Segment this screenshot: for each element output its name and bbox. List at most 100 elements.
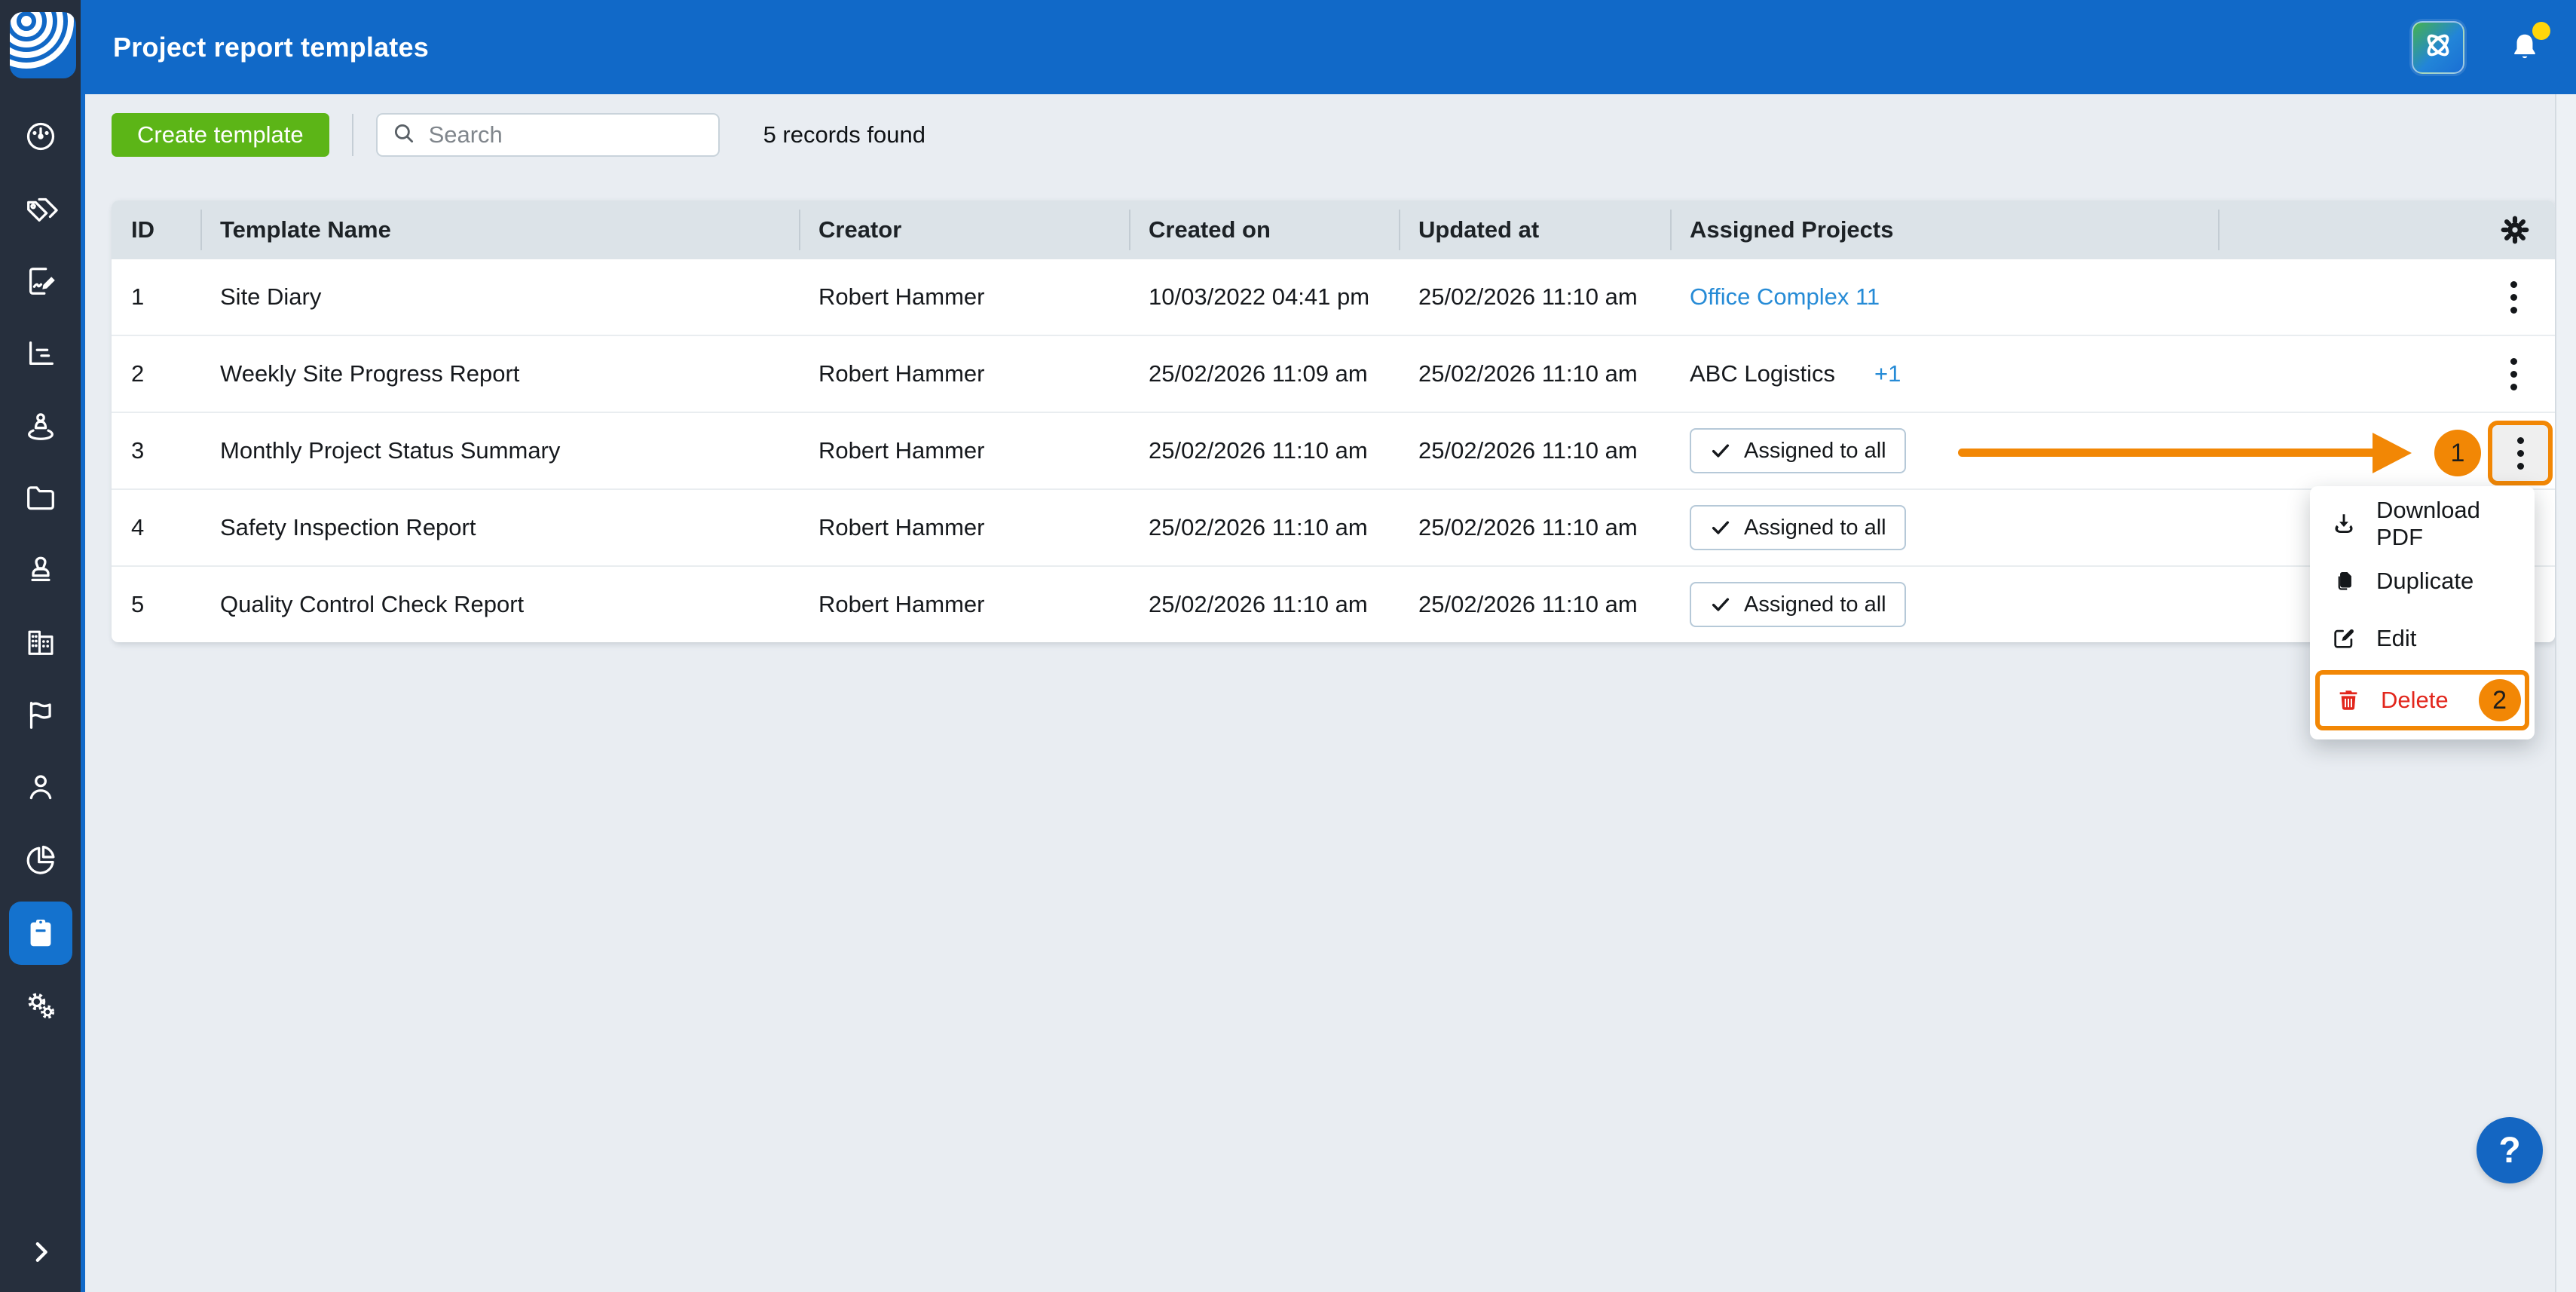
cell-assigned-projects: Assigned to all [1670, 582, 2218, 627]
templates-table: ID Template Name Creator Created on Upda… [112, 201, 2555, 642]
sidebar-item-site-person[interactable] [9, 394, 72, 458]
sidebar [0, 0, 85, 1292]
cell-actions [2218, 351, 2555, 398]
check-icon [1709, 516, 1732, 539]
cell-created-on: 25/02/2026 11:10 am [1129, 437, 1399, 464]
assigned-projects-more-link[interactable]: +1 [1874, 360, 1901, 387]
column-header-updated-at[interactable]: Updated at [1399, 201, 1670, 259]
annotation-step-2: 2 [2479, 679, 2521, 721]
gantt-chart-icon [23, 336, 58, 371]
sidebar-item-user[interactable] [9, 755, 72, 819]
cell-id: 4 [112, 514, 200, 541]
app-launcher-icon [2421, 28, 2455, 66]
settings-gears-icon [23, 988, 58, 1023]
sidebar-item-site-diary[interactable] [9, 250, 72, 313]
table-row-2: 2Weekly Site Progress ReportRobert Hamme… [112, 335, 2555, 412]
app-launcher-button[interactable] [2412, 21, 2464, 74]
records-found-label: 5 records found [763, 121, 925, 148]
menu-item-label: Duplicate [2376, 568, 2474, 595]
cell-creator: Robert Hammer [799, 514, 1129, 541]
menu-item-download-pdf[interactable]: Download PDF [2310, 495, 2535, 553]
sidebar-collapse-button[interactable] [9, 1222, 72, 1285]
column-header-template-name[interactable]: Template Name [200, 201, 799, 259]
chevron-right-icon [26, 1237, 56, 1271]
assigned-to-all-badge[interactable]: Assigned to all [1690, 582, 1906, 627]
kebab-menu-icon[interactable] [2500, 274, 2528, 321]
sidebar-item-documents-folder[interactable] [9, 467, 72, 530]
download-icon [2331, 511, 2357, 537]
sidebar-item-tags[interactable] [9, 177, 72, 240]
row-actions-menu-button-highlighted[interactable] [2488, 421, 2553, 485]
report-templates-icon [23, 916, 58, 951]
sidebar-item-companies[interactable] [9, 611, 72, 674]
site-diary-icon [23, 264, 58, 299]
create-template-button[interactable]: Create template [112, 113, 329, 157]
brand-logo[interactable] [10, 12, 76, 78]
notifications-button[interactable] [2508, 29, 2541, 66]
flag-icon [23, 697, 58, 732]
assigned-to-all-badge[interactable]: Assigned to all [1690, 428, 1906, 473]
annotation-arrow-head [2373, 433, 2412, 473]
approval-stamp-icon [23, 553, 58, 587]
documents-folder-icon [23, 481, 58, 516]
site-person-icon [23, 409, 58, 443]
menu-item-duplicate[interactable]: Duplicate [2310, 553, 2535, 610]
assigned-project-link[interactable]: Office Complex 11 [1690, 283, 1880, 310]
sidebar-item-dashboard[interactable] [9, 105, 72, 168]
cell-template-name: Weekly Site Progress Report [200, 360, 799, 387]
cell-created-on: 25/02/2026 11:09 am [1129, 360, 1399, 387]
analytics-pie-icon [23, 842, 58, 877]
cell-created-on: 25/02/2026 11:10 am [1129, 591, 1399, 618]
menu-item-label: Delete [2381, 687, 2449, 714]
cell-updated-at: 25/02/2026 11:10 am [1399, 283, 1670, 311]
table-row-4: 4Safety Inspection ReportRobert Hammer25… [112, 488, 2555, 565]
cell-assigned-projects: Assigned to all [1670, 505, 2218, 550]
sidebar-item-gantt-chart[interactable] [9, 322, 72, 385]
cell-updated-at: 25/02/2026 11:10 am [1399, 591, 1670, 618]
kebab-menu-icon[interactable] [2500, 351, 2528, 398]
search-input[interactable] [427, 121, 705, 149]
check-icon [1709, 593, 1732, 616]
page: Project report templates [0, 0, 2576, 1292]
column-header-id[interactable]: ID [112, 201, 200, 259]
menu-item-label: Edit [2376, 625, 2416, 652]
top-header-bar: Project report templates [85, 0, 2576, 94]
cell-creator: Robert Hammer [799, 591, 1129, 618]
search-icon [391, 121, 417, 150]
menu-item-delete[interactable]: Delete 2 [2320, 675, 2537, 726]
assigned-project-name: ABC Logistics [1690, 360, 1835, 387]
annotation-arrow-line [1958, 449, 2380, 457]
menu-item-label: Download PDF [2376, 497, 2513, 551]
menu-item-edit[interactable]: Edit [2310, 610, 2535, 667]
column-header-created-on[interactable]: Created on [1129, 201, 1399, 259]
menu-item-delete-highlight: Delete 2 [2315, 670, 2529, 730]
assigned-badge-label: Assigned to all [1744, 516, 1886, 540]
bell-icon [2508, 56, 2541, 69]
companies-icon [23, 625, 58, 660]
sidebar-item-settings-gears[interactable] [9, 974, 72, 1037]
edit-icon [2331, 626, 2357, 651]
cell-id: 5 [112, 591, 200, 618]
check-icon [1709, 439, 1732, 462]
sidebar-item-analytics-pie[interactable] [9, 828, 72, 891]
toolbar: Create template 5 records found [112, 113, 925, 157]
page-title: Project report templates [113, 32, 429, 63]
cell-template-name: Safety Inspection Report [200, 514, 799, 541]
column-header-assigned-projects[interactable]: Assigned Projects [1670, 201, 2218, 259]
user-icon [23, 770, 58, 804]
copy-icon [2331, 568, 2357, 594]
cell-creator: Robert Hammer [799, 437, 1129, 464]
trash-icon [2336, 687, 2361, 713]
cell-template-name: Quality Control Check Report [200, 591, 799, 618]
sidebar-item-approval-stamp[interactable] [9, 538, 72, 602]
cell-creator: Robert Hammer [799, 283, 1129, 311]
help-button[interactable]: ? [2477, 1117, 2543, 1183]
gear-icon[interactable] [2498, 213, 2532, 247]
toolbar-divider [352, 114, 353, 156]
sidebar-item-report-templates[interactable] [9, 902, 72, 965]
search-box[interactable] [376, 113, 720, 157]
sidebar-item-flag[interactable] [9, 683, 72, 746]
assigned-to-all-badge[interactable]: Assigned to all [1690, 505, 1906, 550]
cell-created-on: 10/03/2022 04:41 pm [1129, 283, 1399, 311]
column-header-creator[interactable]: Creator [799, 201, 1129, 259]
